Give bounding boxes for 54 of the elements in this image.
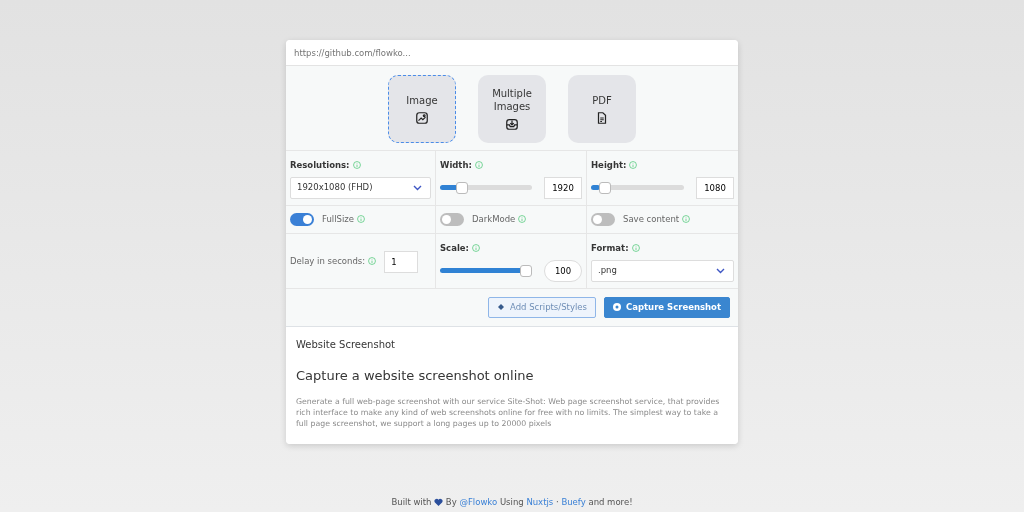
- footer-link[interactable]: Buefy: [561, 496, 586, 507]
- inbox-download-icon: [505, 117, 519, 131]
- field-label: Height:: [591, 160, 627, 170]
- footer-link[interactable]: Nuxtjs: [526, 496, 554, 507]
- mode-tab[interactable]: PDF: [568, 75, 636, 143]
- info-icon: [357, 214, 365, 223]
- slider[interactable]: [591, 181, 684, 194]
- capture-button[interactable]: Capture Screenshot: [603, 296, 730, 318]
- slider-thumb[interactable]: [456, 181, 468, 194]
- camera-icon: [612, 303, 621, 311]
- mode-label: Multiple Images: [491, 87, 533, 113]
- field-label: Resolutions:: [290, 160, 350, 170]
- format-select[interactable]: .png: [591, 259, 734, 282]
- toggle-switch[interactable]: [440, 212, 464, 226]
- slider-thumb[interactable]: [520, 264, 532, 277]
- field-label: Delay in seconds:: [290, 256, 366, 266]
- mode-label: Image: [406, 93, 438, 107]
- info-icon: [631, 244, 640, 252]
- toggle-switch[interactable]: [591, 212, 615, 226]
- toggle-label: FullSize: [322, 213, 354, 224]
- document-icon: [595, 110, 609, 125]
- chevron-down-icon: [716, 267, 725, 274]
- field-label: Scale:: [440, 243, 469, 253]
- info-icon: [629, 161, 638, 169]
- number-field[interactable]: 1080: [696, 176, 734, 199]
- footer-link[interactable]: @Flowko: [459, 496, 498, 507]
- section-title: Capture a website screenshot online: [296, 366, 535, 385]
- info-icon: [368, 257, 377, 265]
- picture-icon: [415, 110, 429, 125]
- info-icon: [352, 161, 361, 169]
- toggle-label: Save content: [623, 213, 680, 224]
- info-icon: [474, 161, 483, 169]
- info-icon: [472, 244, 480, 252]
- mode-tab[interactable]: Image: [388, 75, 456, 143]
- field-label: Format:: [591, 243, 629, 253]
- slider-thumb[interactable]: [599, 181, 612, 194]
- slider[interactable]: [440, 264, 532, 277]
- toggle-label: DarkMode: [472, 213, 516, 224]
- heart-icon: [434, 497, 444, 506]
- url-field[interactable]: https://github.com/flowko...: [286, 40, 738, 66]
- info-icon: [682, 214, 691, 223]
- number-field[interactable]: 100: [544, 259, 582, 282]
- slider[interactable]: [440, 181, 532, 194]
- resolution-select[interactable]: 1920x1080 (FHD): [290, 176, 431, 199]
- field-label: Width:: [440, 160, 472, 170]
- mode-label: PDF: [592, 93, 612, 107]
- mode-tab[interactable]: Multiple Images: [478, 75, 546, 143]
- footer-text: Built with By @Flowko Using Nuxtjs · Buefy and more!: [391, 496, 633, 507]
- info-icon: [518, 214, 527, 223]
- chevron-down-icon: [413, 184, 422, 191]
- section-heading: Website Screenshot: [296, 337, 396, 352]
- toggle-switch[interactable]: [290, 212, 314, 226]
- delay-field[interactable]: 1: [384, 250, 419, 273]
- number-field[interactable]: 1920: [544, 176, 582, 199]
